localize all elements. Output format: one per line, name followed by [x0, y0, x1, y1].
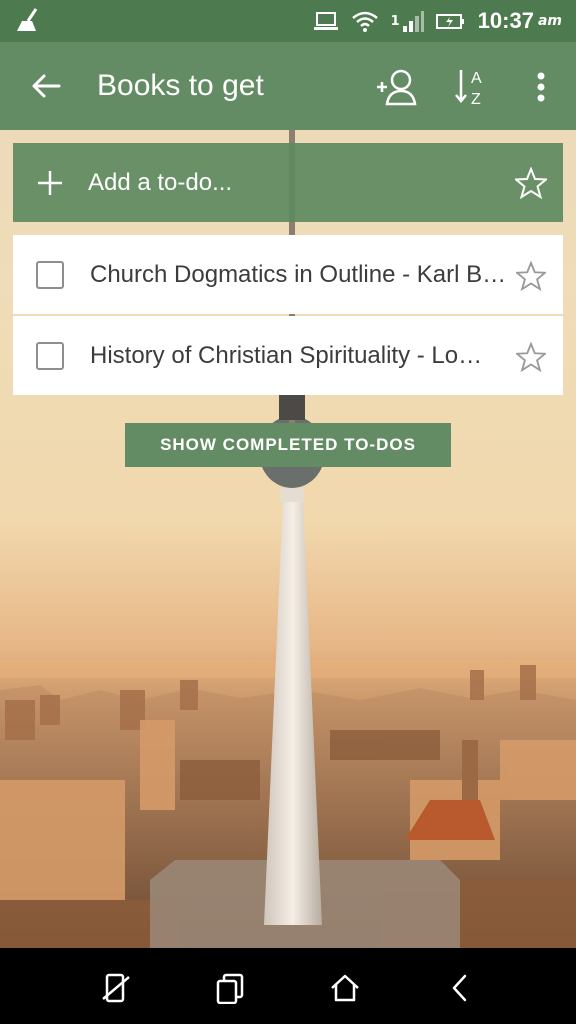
battery-charging-icon	[435, 12, 466, 30]
todo-item[interactable]: Church Dogmatics in Outline - Karl Barth	[13, 235, 563, 314]
status-time: 10:37	[477, 8, 534, 33]
wifi-icon	[351, 9, 379, 33]
rotate-icon	[102, 973, 130, 1003]
todo-item[interactable]: History of Christian Spirituality - Lo…	[13, 316, 563, 395]
home-icon	[331, 974, 359, 1002]
star-icon[interactable]	[515, 167, 547, 199]
star-icon[interactable]	[516, 261, 546, 291]
recents-button[interactable]	[212, 970, 248, 1006]
back-button[interactable]	[26, 66, 66, 106]
home-button[interactable]	[327, 970, 363, 1006]
add-member-icon	[377, 69, 417, 106]
sort-button[interactable]: A Z	[450, 64, 496, 110]
recents-icon	[216, 973, 244, 1004]
add-member-button[interactable]	[373, 64, 419, 110]
svg-text:Z: Z	[471, 91, 481, 108]
show-completed-button[interactable]: SHOW COMPLETED TO-DOS	[125, 423, 451, 467]
todo-text[interactable]: History of Christian Spirituality - Lo…	[90, 342, 510, 370]
back-icon	[452, 974, 467, 1002]
add-todo-input[interactable]: Add a to-do...	[88, 169, 232, 197]
system-back-button[interactable]	[442, 970, 478, 1006]
sort-az-icon: A Z	[455, 70, 482, 108]
todo-checkbox[interactable]	[36, 261, 64, 289]
more-vert-icon	[537, 72, 545, 102]
arrow-left-icon	[32, 74, 61, 98]
todo-checkbox[interactable]	[36, 342, 64, 370]
status-ampm: am	[537, 13, 562, 29]
signal-label: 1	[390, 13, 400, 29]
navigation-bar	[0, 948, 576, 1024]
signal-icon: 1	[391, 10, 424, 32]
app-bar: Books to get A Z	[0, 42, 576, 130]
rotate-button[interactable]	[98, 970, 134, 1006]
laptop-icon	[313, 11, 339, 31]
plus-icon	[38, 171, 62, 195]
add-todo-bar[interactable]: Add a to-do...	[13, 143, 563, 222]
svg-text:A: A	[471, 70, 482, 87]
more-options-button[interactable]	[518, 64, 564, 110]
page-title: Books to get	[97, 69, 264, 102]
star-icon[interactable]	[516, 342, 546, 372]
todo-text[interactable]: Church Dogmatics in Outline - Karl Barth	[90, 261, 510, 289]
clock: 10:37 am	[478, 8, 562, 34]
cleaner-icon	[14, 7, 42, 37]
status-bar: 1 10:37 am	[0, 0, 576, 42]
